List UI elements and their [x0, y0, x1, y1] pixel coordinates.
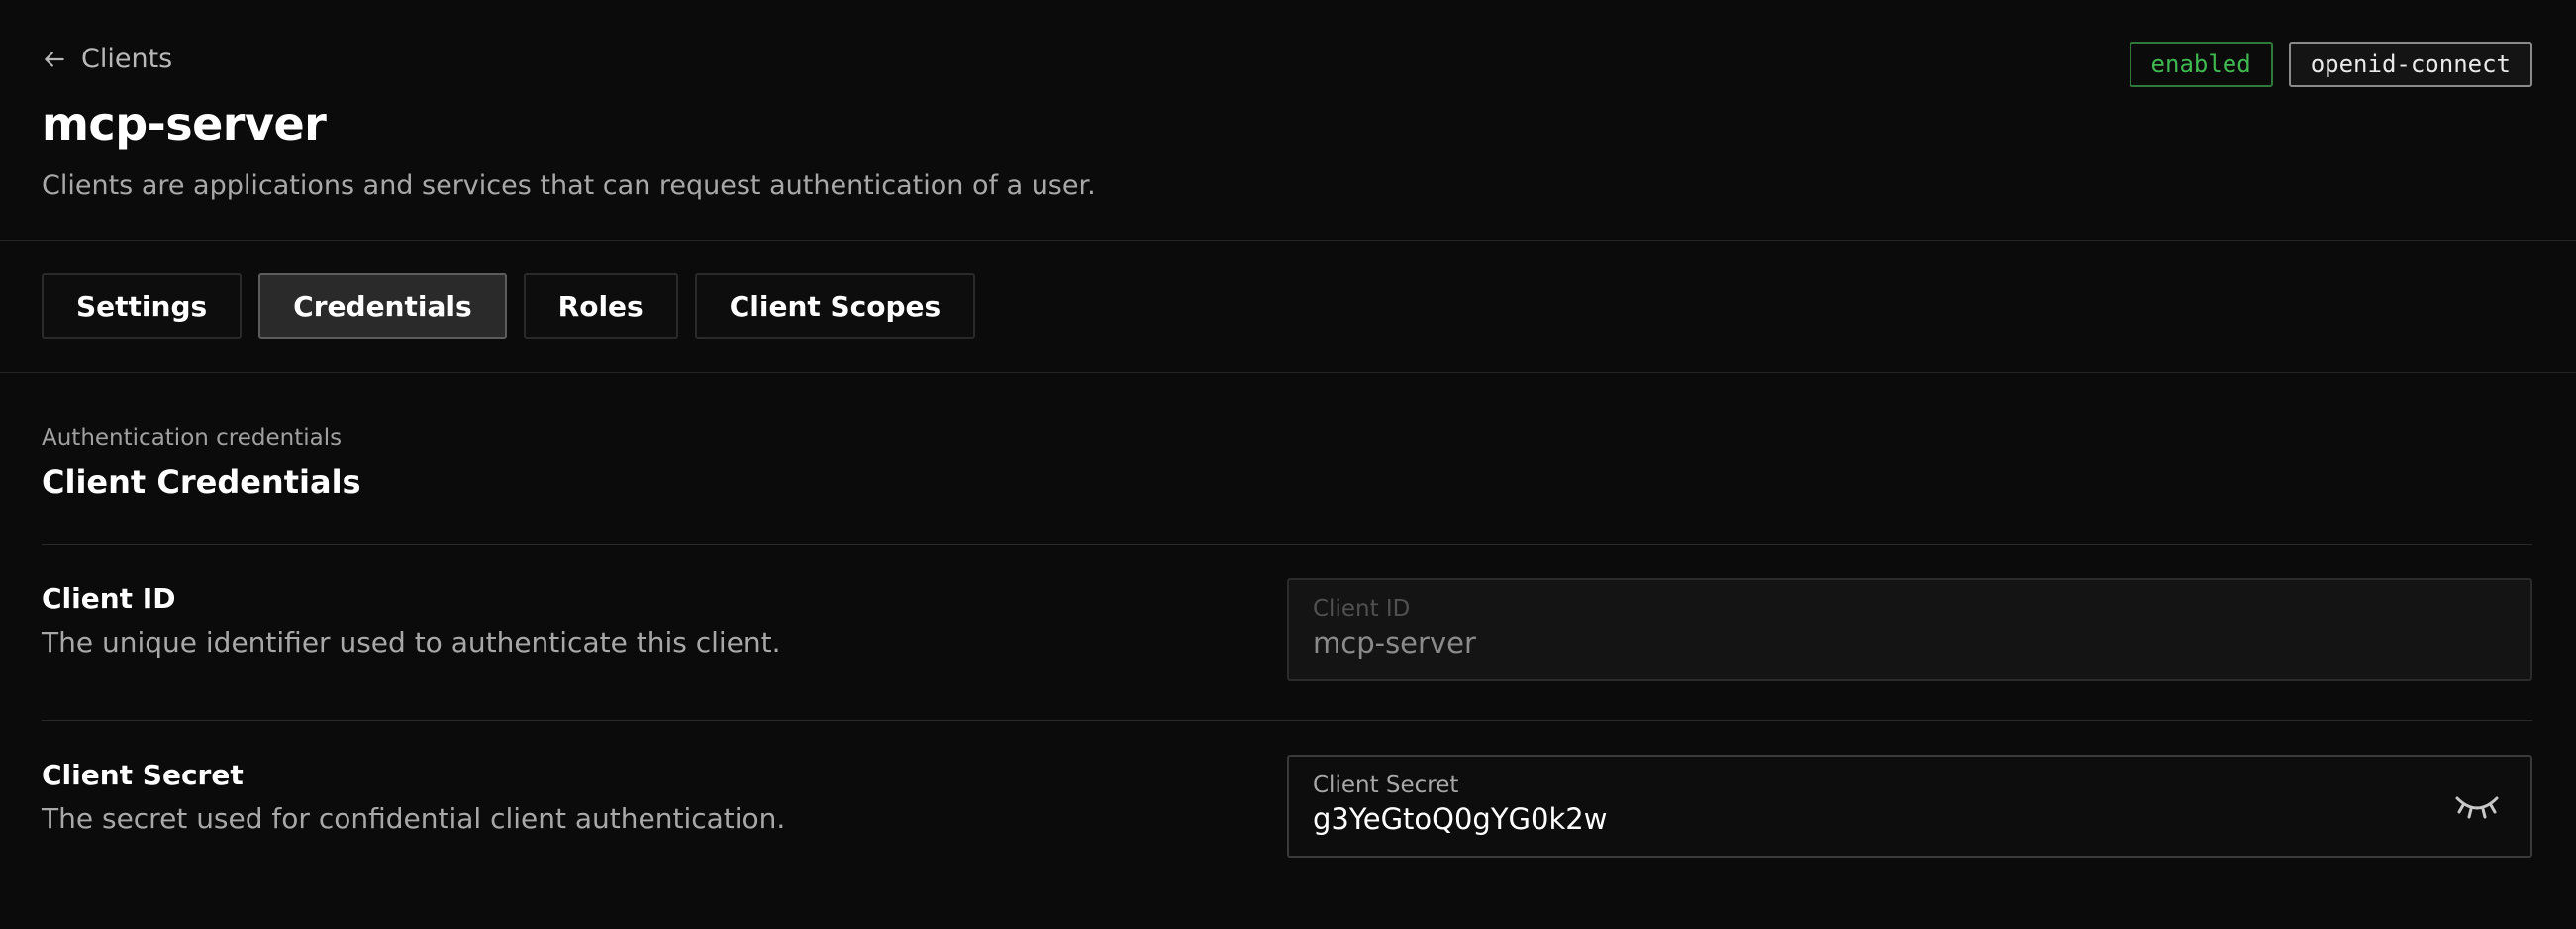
arrow-left-icon [45, 51, 64, 67]
client-id-description: The unique identifier used to authentica… [42, 626, 781, 659]
header-divider [0, 240, 2576, 241]
client-secret-field[interactable]: Client Secret g3YeGtoQ0gYG0k2w [1287, 755, 2532, 858]
tab-client-scopes[interactable]: Client Scopes [694, 273, 976, 339]
row-divider [42, 720, 2532, 721]
page-title: mcp-server [42, 97, 327, 151]
eye-closed-icon[interactable] [2453, 790, 2501, 822]
back-to-clients-link[interactable]: Clients [42, 44, 172, 74]
tab-credentials[interactable]: Credentials [258, 273, 507, 339]
client-id-label: Client ID [42, 582, 176, 615]
status-badge: enabled [2129, 42, 2273, 87]
tab-roles[interactable]: Roles [523, 273, 678, 339]
page-subtitle: Clients are applications and services th… [42, 170, 1096, 201]
protocol-badge: openid-connect [2288, 42, 2532, 87]
back-link-label: Clients [81, 44, 173, 74]
row-divider [42, 544, 2532, 545]
client-secret-description: The secret used for confidential client … [42, 802, 786, 835]
tab-settings[interactable]: Settings [42, 273, 243, 339]
tab-bar: Settings Credentials Roles Client Scopes [42, 273, 976, 339]
section-eyebrow: Authentication credentials [42, 425, 343, 451]
client-detail-page: Clients mcp-server Clients are applicati… [0, 0, 2576, 929]
section-title: Client Credentials [42, 464, 361, 501]
client-id-value: mcp-server [1313, 626, 1476, 660]
client-id-field[interactable]: Client ID mcp-server [1287, 578, 2532, 681]
client-badges: enabled openid-connect [2129, 42, 2532, 87]
client-secret-value: g3YeGtoQ0gYG0k2w [1313, 802, 1608, 836]
client-secret-field-label: Client Secret [1313, 773, 1459, 798]
client-secret-label: Client Secret [42, 759, 244, 791]
tabs-divider [0, 372, 2576, 373]
client-id-field-label: Client ID [1313, 596, 1411, 622]
